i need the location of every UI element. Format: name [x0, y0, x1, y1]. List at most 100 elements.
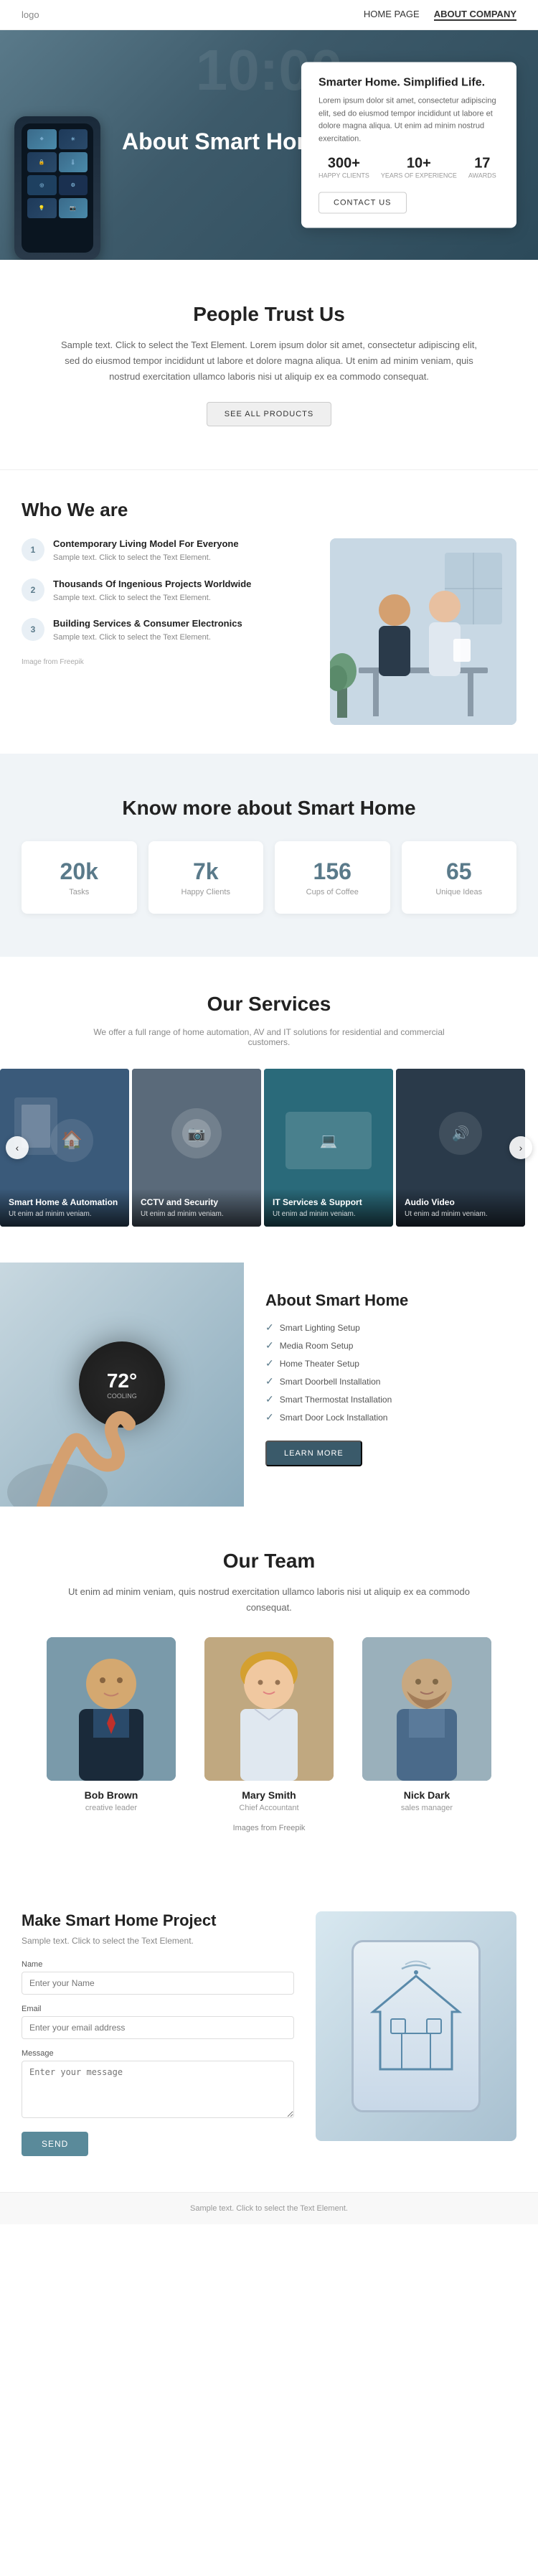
- know-stat-label-3: Unique Ideas: [413, 888, 506, 896]
- trust-text: Sample text. Click to select the Text El…: [54, 337, 484, 385]
- checklist-item-1: ✓Media Room Setup: [265, 1339, 516, 1352]
- know-stat-num-0: 20k: [33, 858, 126, 885]
- know-stat-label-0: Tasks: [33, 888, 126, 896]
- form-group-message: Message: [22, 2049, 294, 2122]
- form-group-email: Email: [22, 2005, 294, 2039]
- services-subtitle: We offer a full range of home automation…: [90, 1027, 448, 1047]
- team-portrait-2: [362, 1637, 491, 1781]
- check-icon-2: ✓: [265, 1357, 274, 1369]
- checklist-item-5: ✓Smart Door Lock Installation: [265, 1411, 516, 1423]
- email-label: Email: [22, 2005, 294, 2013]
- team-role-2: sales manager: [355, 1804, 499, 1812]
- who-title: Who We are: [22, 499, 516, 521]
- who-num-0: 1: [22, 538, 44, 561]
- checklist-item-2: ✓Home Theater Setup: [265, 1357, 516, 1369]
- who-item-content-2: Building Services & Consumer Electronics…: [53, 618, 242, 644]
- know-stat-label-1: Happy Clients: [160, 888, 253, 896]
- hero-cta-button[interactable]: CONTACT US: [318, 192, 407, 214]
- team-title: Our Team: [22, 1550, 516, 1573]
- hero-card: Smarter Home. Simplified Life. Lorem ips…: [301, 62, 516, 228]
- about-sh-image: 72° COOLING: [0, 1263, 244, 1507]
- who-item-content-0: Contemporary Living Model For Everyone S…: [53, 538, 239, 564]
- tablet-mockup: [351, 1940, 481, 2112]
- services-prev-button[interactable]: ‹: [6, 1136, 29, 1159]
- checklist-item-4: ✓Smart Thermostat Installation: [265, 1393, 516, 1405]
- who-item-text-0: Sample text. Click to select the Text El…: [53, 552, 239, 564]
- trust-title: People Trust Us: [22, 303, 516, 326]
- stat-label-2: AWARDS: [468, 172, 496, 181]
- send-button[interactable]: SEND: [22, 2132, 88, 2156]
- service-card-text-2: Ut enim ad minim veniam.: [273, 1210, 384, 1218]
- logo: logo: [22, 9, 39, 20]
- who-layout: 1 Contemporary Living Model For Everyone…: [22, 538, 516, 725]
- service-card-title-0: Smart Home & Automation: [9, 1197, 121, 1207]
- contact-title: Make Smart Home Project: [22, 1911, 294, 1930]
- service-card-overlay-3: Audio Video Ut enim ad minim veniam.: [396, 1189, 525, 1227]
- contact-section: Make Smart Home Project Sample text. Cli…: [0, 1875, 538, 2192]
- team-card-2: Nick Dark sales manager: [355, 1637, 499, 1812]
- email-input[interactable]: [22, 2016, 294, 2039]
- hero-stat-0: 300+ HAPPY CLIENTS: [318, 156, 369, 181]
- services-next-button[interactable]: ›: [509, 1136, 532, 1159]
- learn-more-button[interactable]: LEARN MORE: [265, 1441, 362, 1466]
- see-all-products-button[interactable]: SEE ALL PRODUCTS: [207, 402, 331, 426]
- message-label: Message: [22, 2049, 294, 2058]
- service-card-2[interactable]: 💻 IT Services & Support Ut enim ad minim…: [264, 1069, 393, 1227]
- svg-text:🏠: 🏠: [61, 1130, 82, 1150]
- team-text: Ut enim ad minim veniam, quis nostrud ex…: [54, 1584, 484, 1616]
- know-stat-label-2: Cups of Coffee: [286, 888, 379, 896]
- service-card-text-3: Ut enim ad minim veniam.: [405, 1210, 516, 1218]
- service-card-text-1: Ut enim ad minim veniam.: [141, 1210, 253, 1218]
- nav-about[interactable]: ABOUT COMPANY: [434, 9, 516, 21]
- team-section: Our Team Ut enim ad minim veniam, quis n…: [0, 1507, 538, 1875]
- team-card-1: Mary Smith Chief Accountant: [197, 1637, 341, 1812]
- team-photo-1: [204, 1637, 334, 1781]
- who-num-2: 3: [22, 618, 44, 641]
- who-item-text-1: Sample text. Click to select the Text El…: [53, 592, 251, 604]
- check-icon-3: ✓: [265, 1375, 274, 1387]
- know-stat-3: 65 Unique Ideas: [402, 841, 517, 914]
- stat-num-2: 17: [468, 156, 496, 172]
- stat-num-1: 10+: [381, 156, 457, 172]
- service-card-title-3: Audio Video: [405, 1197, 516, 1207]
- services-header: Our Services We offer a full range of ho…: [0, 993, 538, 1069]
- contact-subtitle: Sample text. Click to select the Text El…: [22, 1936, 294, 1946]
- know-stat-num-3: 65: [413, 858, 506, 885]
- hero-stat-1: 10+ YEARS OF EXPERIENCE: [381, 156, 457, 181]
- who-item-content-1: Thousands Of Ingenious Projects Worldwid…: [53, 579, 251, 604]
- who-item-1: 2 Thousands Of Ingenious Projects Worldw…: [22, 579, 316, 604]
- know-section: Know more about Smart Home 20k Tasks 7k …: [0, 754, 538, 957]
- team-photo-2: [362, 1637, 491, 1781]
- contact-image: [316, 1911, 516, 2141]
- who-image: [330, 538, 516, 725]
- navigation: logo HOME PAGE ABOUT COMPANY: [0, 0, 538, 30]
- who-num-1: 2: [22, 579, 44, 601]
- hand-svg: [0, 1263, 244, 1507]
- who-item-text-2: Sample text. Click to select the Text El…: [53, 632, 242, 644]
- who-item-2: 3 Building Services & Consumer Electroni…: [22, 618, 316, 644]
- service-card-3[interactable]: 🔊 Audio Video Ut enim ad minim veniam.: [396, 1069, 525, 1227]
- services-section: Our Services We offer a full range of ho…: [0, 957, 538, 1263]
- know-stat-1: 7k Happy Clients: [148, 841, 264, 914]
- checklist-item-0: ✓Smart Lighting Setup: [265, 1321, 516, 1334]
- team-role-0: creative leader: [39, 1804, 183, 1812]
- service-card-title-2: IT Services & Support: [273, 1197, 384, 1207]
- know-stat-0: 20k Tasks: [22, 841, 137, 914]
- message-input[interactable]: [22, 2061, 294, 2118]
- about-sh-content: About Smart Home ✓Smart Lighting Setup ✓…: [244, 1263, 538, 1507]
- service-card-overlay-2: IT Services & Support Ut enim ad minim v…: [264, 1189, 393, 1227]
- name-input[interactable]: [22, 1972, 294, 1995]
- contact-image-col: [316, 1911, 516, 2141]
- service-card-text-0: Ut enim ad minim veniam.: [9, 1210, 121, 1218]
- service-card-overlay-0: Smart Home & Automation Ut enim ad minim…: [0, 1189, 129, 1227]
- team-name-1: Mary Smith: [197, 1789, 341, 1801]
- service-card-1[interactable]: 📷 CCTV and Security Ut enim ad minim ven…: [132, 1069, 261, 1227]
- team-name-0: Bob Brown: [39, 1789, 183, 1801]
- who-item-title-1: Thousands Of Ingenious Projects Worldwid…: [53, 579, 251, 589]
- hero-stat-2: 17 AWARDS: [468, 156, 496, 181]
- know-title: Know more about Smart Home: [22, 797, 516, 820]
- know-stat-num-2: 156: [286, 858, 379, 885]
- nav-home[interactable]: HOME PAGE: [364, 9, 420, 21]
- services-title: Our Services: [22, 993, 516, 1016]
- who-item-title-0: Contemporary Living Model For Everyone: [53, 538, 239, 549]
